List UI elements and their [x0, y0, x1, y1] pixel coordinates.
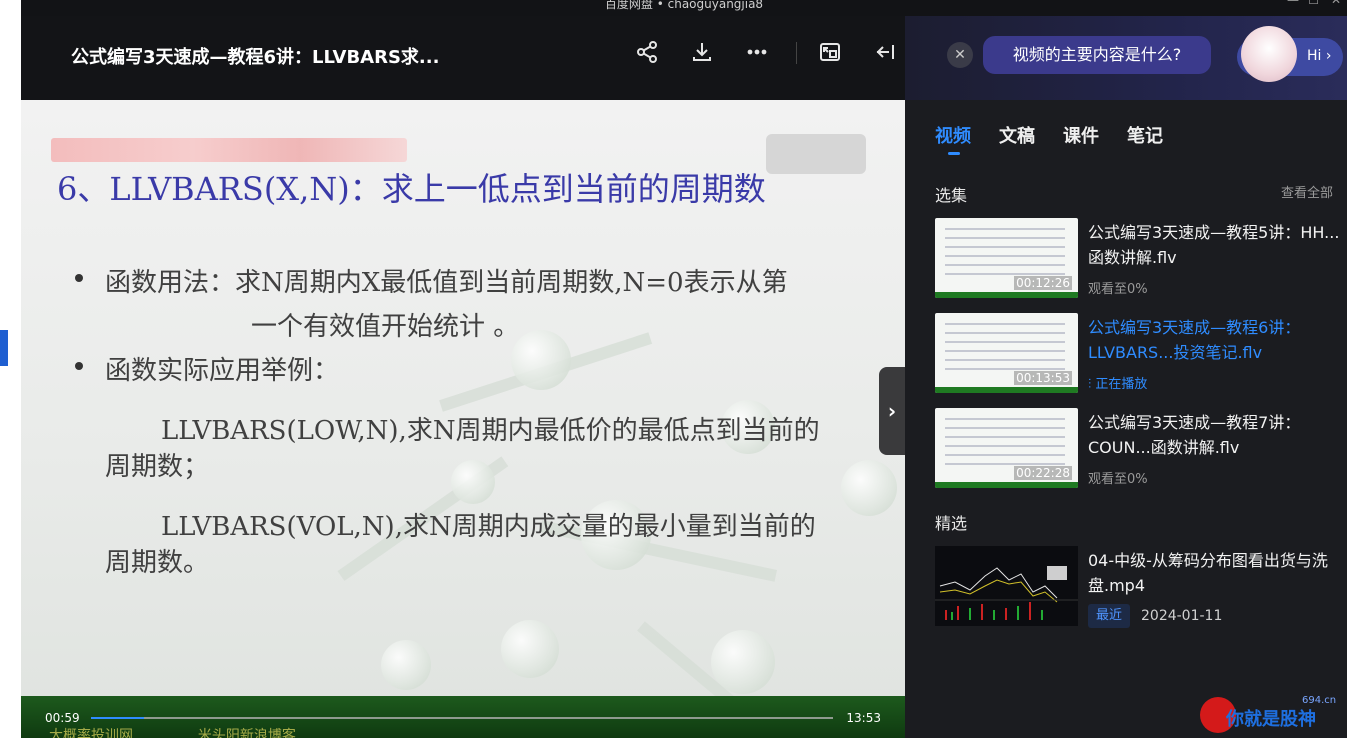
background-window-edge — [0, 0, 21, 738]
chevron-right-icon: › — [887, 399, 897, 423]
watermark-text: 你就是股神 — [1226, 709, 1316, 730]
bullet-dot — [75, 274, 83, 282]
watch-progress: 观看至0% — [1088, 282, 1148, 297]
video-thumbnail: 00:12:26 — [935, 218, 1078, 298]
slide-heading: 6、LLVBARS(X,N)：求上一低点到当前的周期数 — [57, 170, 766, 208]
featured-item-date: 2024-01-11 — [1141, 608, 1223, 624]
playlist-item-title: 公式编写3天速成—教程6讲：LLVBARS...投资笔记.flv — [1088, 318, 1301, 362]
more-icon[interactable] — [743, 38, 771, 66]
bullet-dot — [75, 362, 83, 370]
ai-hi-label: Hi › — [1307, 48, 1332, 64]
thumbnail-duration: 00:13:53 — [1014, 371, 1072, 385]
playlist-item[interactable]: 00:12:26 公式编写3天速成—教程5讲：HH...函数讲解.flv 观看至… — [935, 218, 1345, 298]
featured-item-title: 04-中级-从筹码分布图看出货与洗盘.mp4 — [1088, 551, 1328, 595]
stock-chart-thumbnail — [935, 546, 1078, 626]
now-playing-label: 正在播放 — [1095, 377, 1148, 392]
playlist-item-title: 公式编写3天速成—教程5讲：HH...函数讲解.flv — [1088, 223, 1340, 267]
window-title-bar: 百度网盘 • chaoguyangjia8 — ☐ ✕ — [21, 0, 1347, 16]
app-window: 百度网盘 • chaoguyangjia8 — ☐ ✕ 公式编写3天速成—教程6… — [0, 0, 1347, 738]
toggle-panel-button[interactable]: › — [879, 367, 905, 455]
assistant-avatar-icon — [1241, 26, 1297, 82]
decor-atom — [451, 460, 495, 504]
tab-video[interactable]: 视频 — [935, 122, 971, 155]
playlist-item[interactable]: 00:22:28 公式编写3天速成—教程7讲：COUN...函数讲解.flv 观… — [935, 408, 1345, 488]
watch-progress: 观看至0% — [1088, 472, 1148, 487]
decor-atom — [501, 620, 559, 678]
maximize-icon[interactable]: ☐ — [1308, 0, 1319, 6]
featured-item[interactable]: 04-中级-从筹码分布图看出货与洗盘.mp4 最近 2024-01-11 — [935, 546, 1345, 628]
example-low-cont: 周期数； — [105, 452, 210, 482]
tab-courseware[interactable]: 课件 — [1063, 122, 1099, 148]
example-vol: LLVBARS(VOL,N),求N周期内成交量的最小量到当前的 — [161, 512, 816, 542]
decor-atom — [841, 460, 897, 516]
panel-tabs: 视频 文稿 课件 笔记 — [935, 122, 1163, 155]
ai-suggested-question[interactable]: 视频的主要内容是什么? — [983, 36, 1211, 74]
video-thumbnail: 00:22:28 — [935, 408, 1078, 488]
featured-thumbnail — [935, 546, 1078, 626]
blurred-watermark — [51, 138, 407, 162]
thumbnail-text-lines — [945, 228, 1065, 278]
close-window-icon[interactable]: ✕ — [1331, 0, 1341, 6]
window-title: 百度网盘 • chaoguyangjia8 — [604, 0, 764, 11]
tab-transcript[interactable]: 文稿 — [999, 122, 1035, 148]
current-time: 00:59 — [45, 711, 80, 725]
download-icon[interactable] — [688, 38, 716, 66]
example-vol-cont: 周期数。 — [105, 548, 210, 578]
progress-row: 00:59 13:53 — [21, 706, 905, 730]
share-icon[interactable] — [633, 38, 661, 66]
side-panel: ✕ 视频的主要内容是什么? Hi › 视频 文稿 课件 笔记 选集 查看全部 0… — [905, 16, 1347, 738]
duration: 13:53 — [846, 711, 881, 725]
site-watermark: 694.cn 你就是股神 — [1200, 695, 1346, 737]
progress-track[interactable] — [91, 717, 833, 719]
bullet-examples: 函数实际应用举例： — [105, 356, 340, 386]
ai-assistant-bar: ✕ 视频的主要内容是什么? Hi › — [905, 16, 1347, 100]
tab-notes[interactable]: 笔记 — [1127, 122, 1163, 148]
collapse-panel-icon[interactable] — [871, 38, 899, 66]
recent-badge: 最近 — [1088, 604, 1131, 628]
example-low: LLVBARS(LOW,N),求N周期内最低价的最低点到当前的 — [161, 416, 820, 446]
playlist-item-title: 公式编写3天速成—教程7讲：COUN...函数讲解.flv — [1088, 413, 1301, 457]
minimize-icon[interactable]: — — [1287, 0, 1299, 6]
blurred-logo — [766, 134, 866, 174]
thumbnail-footer — [935, 292, 1078, 298]
thumbnail-duration: 00:12:26 — [1014, 276, 1072, 290]
playlist-item-current[interactable]: 00:13:53 公式编写3天速成—教程6讲：LLVBARS...投资笔记.fl… — [935, 313, 1345, 393]
video-thumbnail: 00:13:53 — [935, 313, 1078, 393]
header-divider — [796, 42, 797, 64]
decor-atom — [511, 330, 571, 390]
video-title: 公式编写3天速成—教程6讲：LLVBARS求... — [71, 47, 440, 68]
pip-icon[interactable] — [816, 38, 844, 66]
player-header: 公式编写3天速成—教程6讲：LLVBARS求... — [21, 16, 905, 100]
progress-fill — [91, 717, 144, 719]
see-all-link[interactable]: 查看全部 — [1281, 182, 1333, 201]
bullet-usage: 函数用法：求N周期内X最低值到当前周期数,N=0表示从第 — [105, 268, 788, 298]
close-icon[interactable]: ✕ — [947, 42, 973, 68]
ai-assistant-button[interactable]: Hi › — [1237, 26, 1343, 82]
background-highlight — [0, 330, 8, 366]
featured-section-title: 精选 — [935, 514, 968, 533]
bullet-usage-cont: 一个有效值开始统计 。 — [251, 312, 520, 342]
decor-atom — [381, 640, 431, 690]
now-playing-status: ⫶ 正在播放 — [1088, 373, 1147, 392]
decor-atom — [711, 630, 775, 694]
playlist-section-title: 选集 — [935, 186, 968, 205]
video-frame[interactable]: 6、LLVBARS(X,N)：求上一低点到当前的周期数 函数用法：求N周期内X最… — [21, 100, 905, 738]
thumbnail-duration: 00:22:28 — [1014, 466, 1072, 480]
thumbnail-text-lines — [945, 418, 1065, 468]
thumbnail-text-lines — [945, 323, 1065, 373]
thumbnail-footer — [935, 387, 1078, 393]
thumbnail-footer — [935, 482, 1078, 488]
